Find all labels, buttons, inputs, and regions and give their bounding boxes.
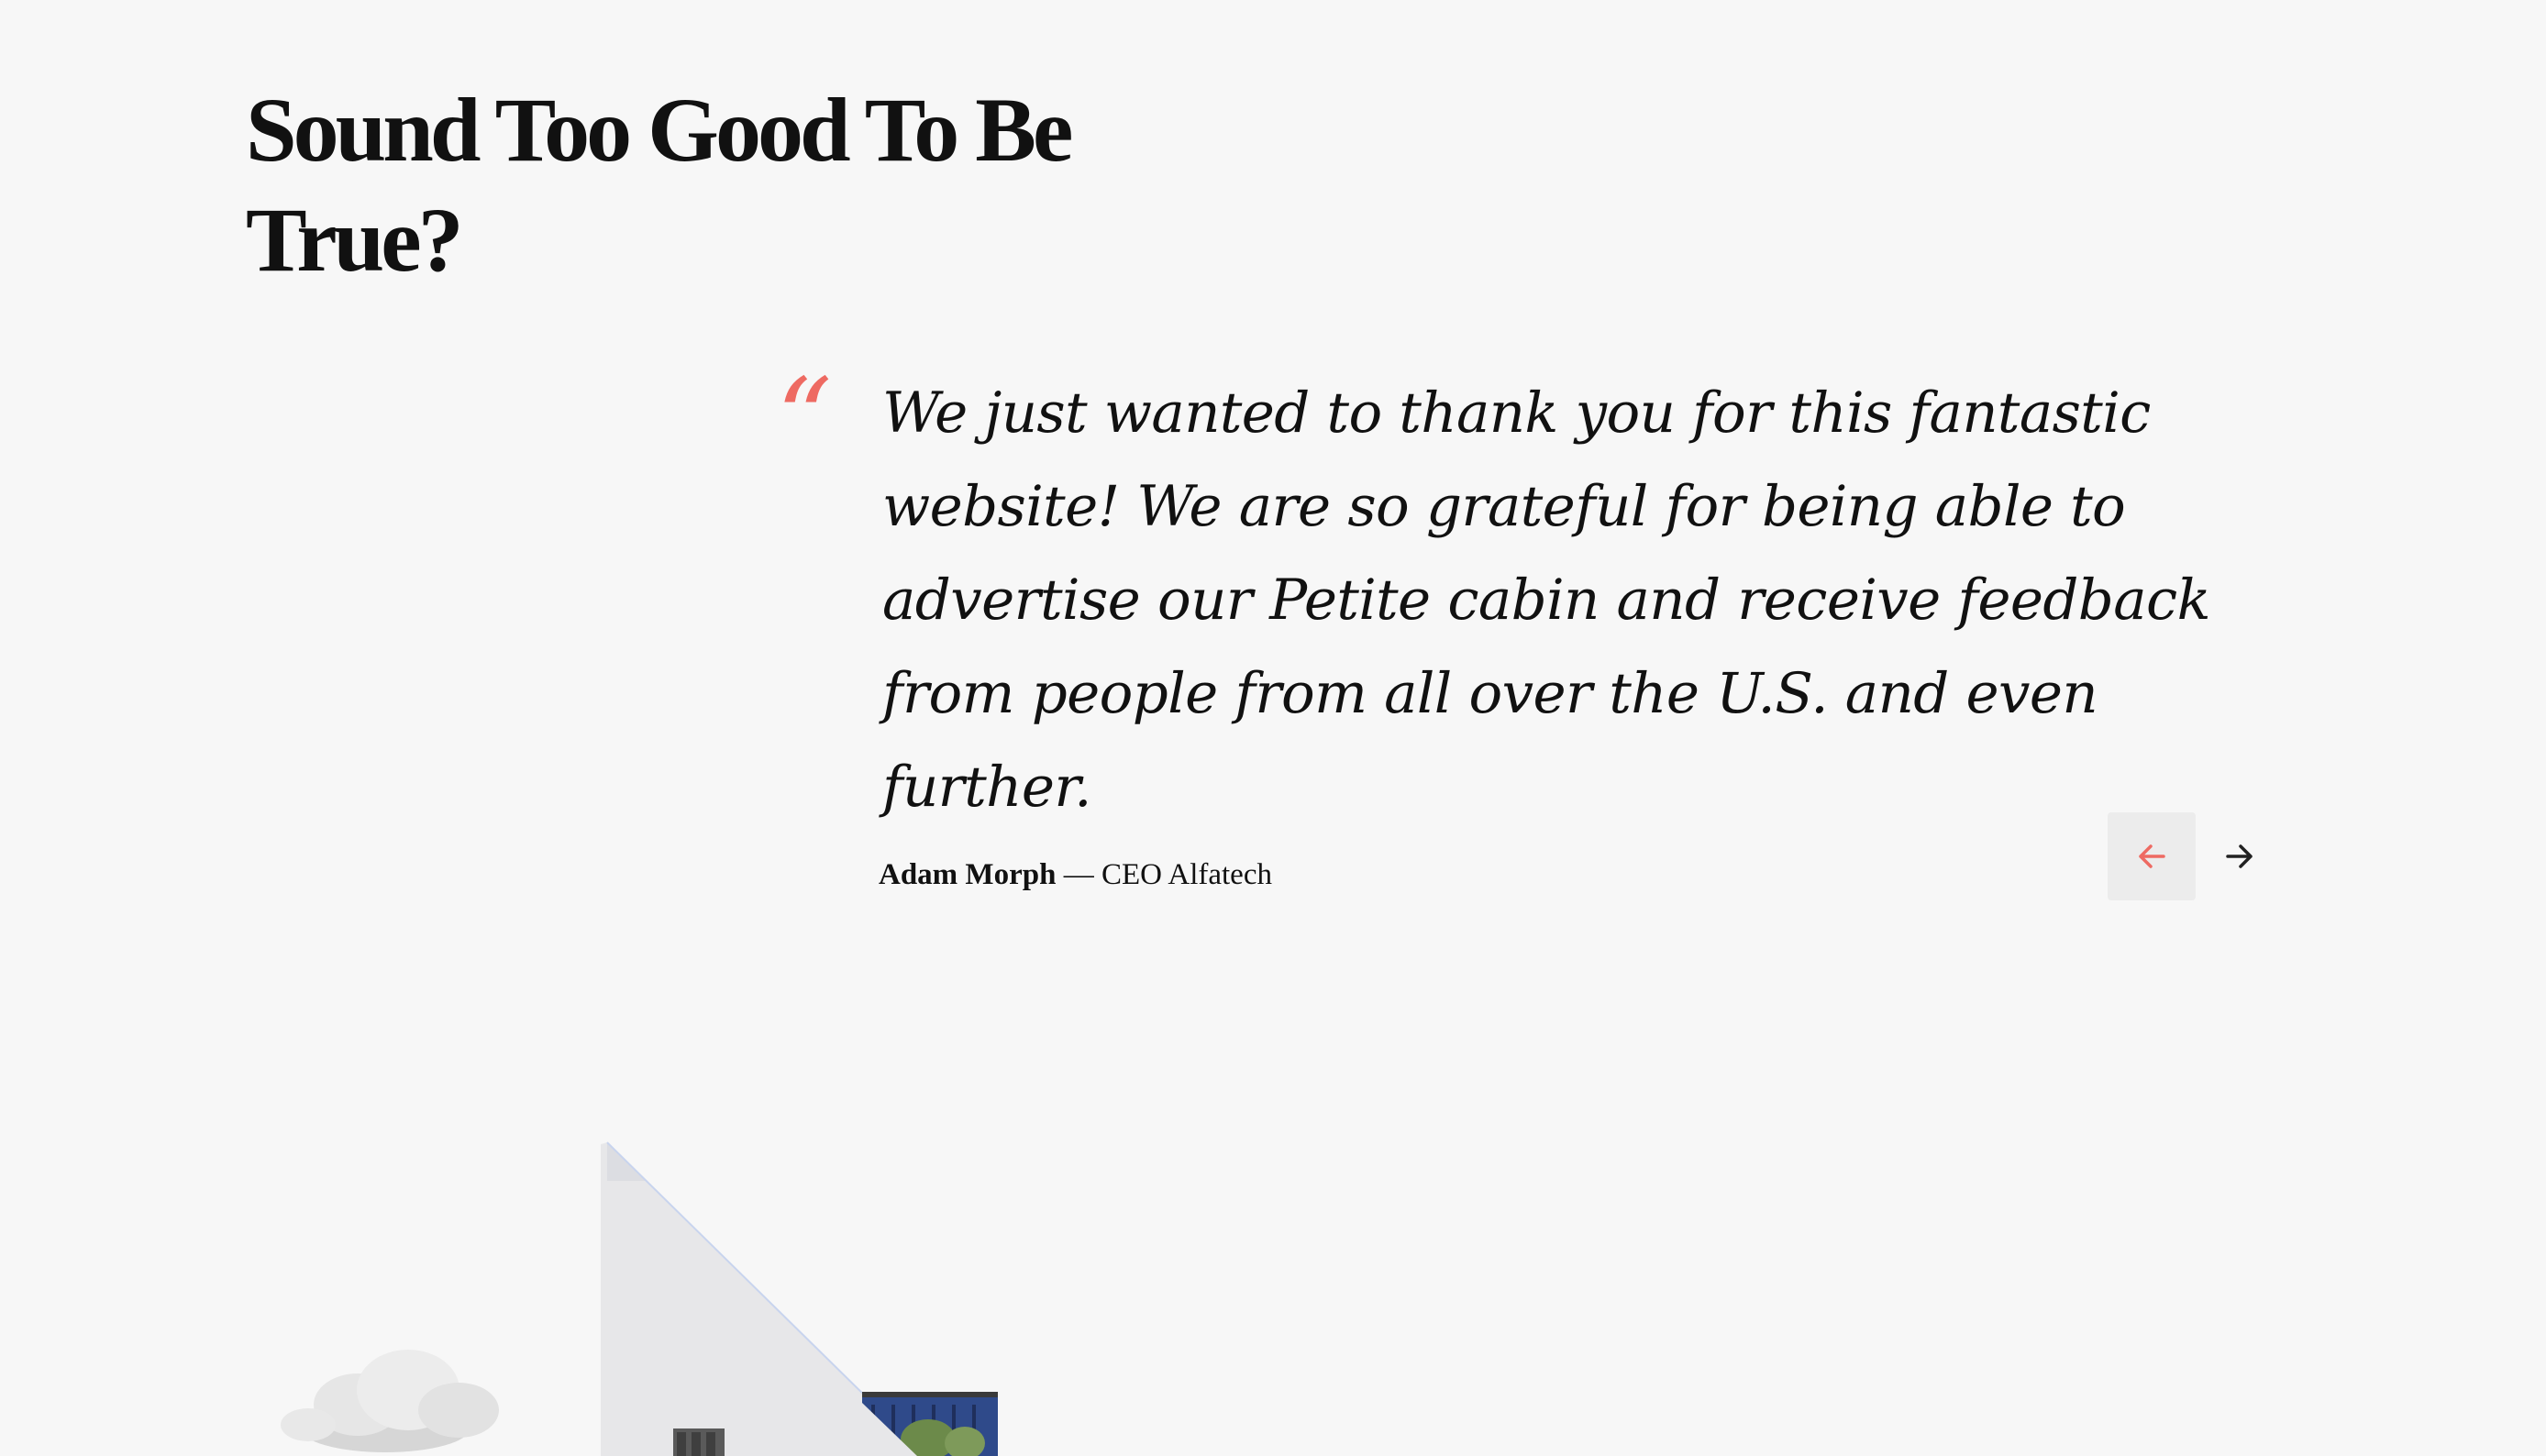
author-separator: — [1056,858,1101,891]
author-role: CEO Alfatech [1101,858,1272,891]
testimonial-author: Adam Morph — CEO Alfatech [879,855,1272,895]
arrow-left-icon [2139,844,2165,868]
arrow-right-icon [2226,844,2253,868]
section-heading: Sound Too Good To Be True? [246,79,1073,291]
author-name: Adam Morph [879,858,1057,891]
house-icon [601,1142,998,1456]
house-illustration [281,1142,998,1456]
next-testimonial-button[interactable] [2196,812,2284,900]
testimonial-quote: We just wanted to thank you for this fan… [882,381,2211,820]
quote-mark-icon: “ [776,356,833,483]
previous-testimonial-button[interactable] [2108,812,2196,900]
cloud-icon [281,1350,499,1452]
